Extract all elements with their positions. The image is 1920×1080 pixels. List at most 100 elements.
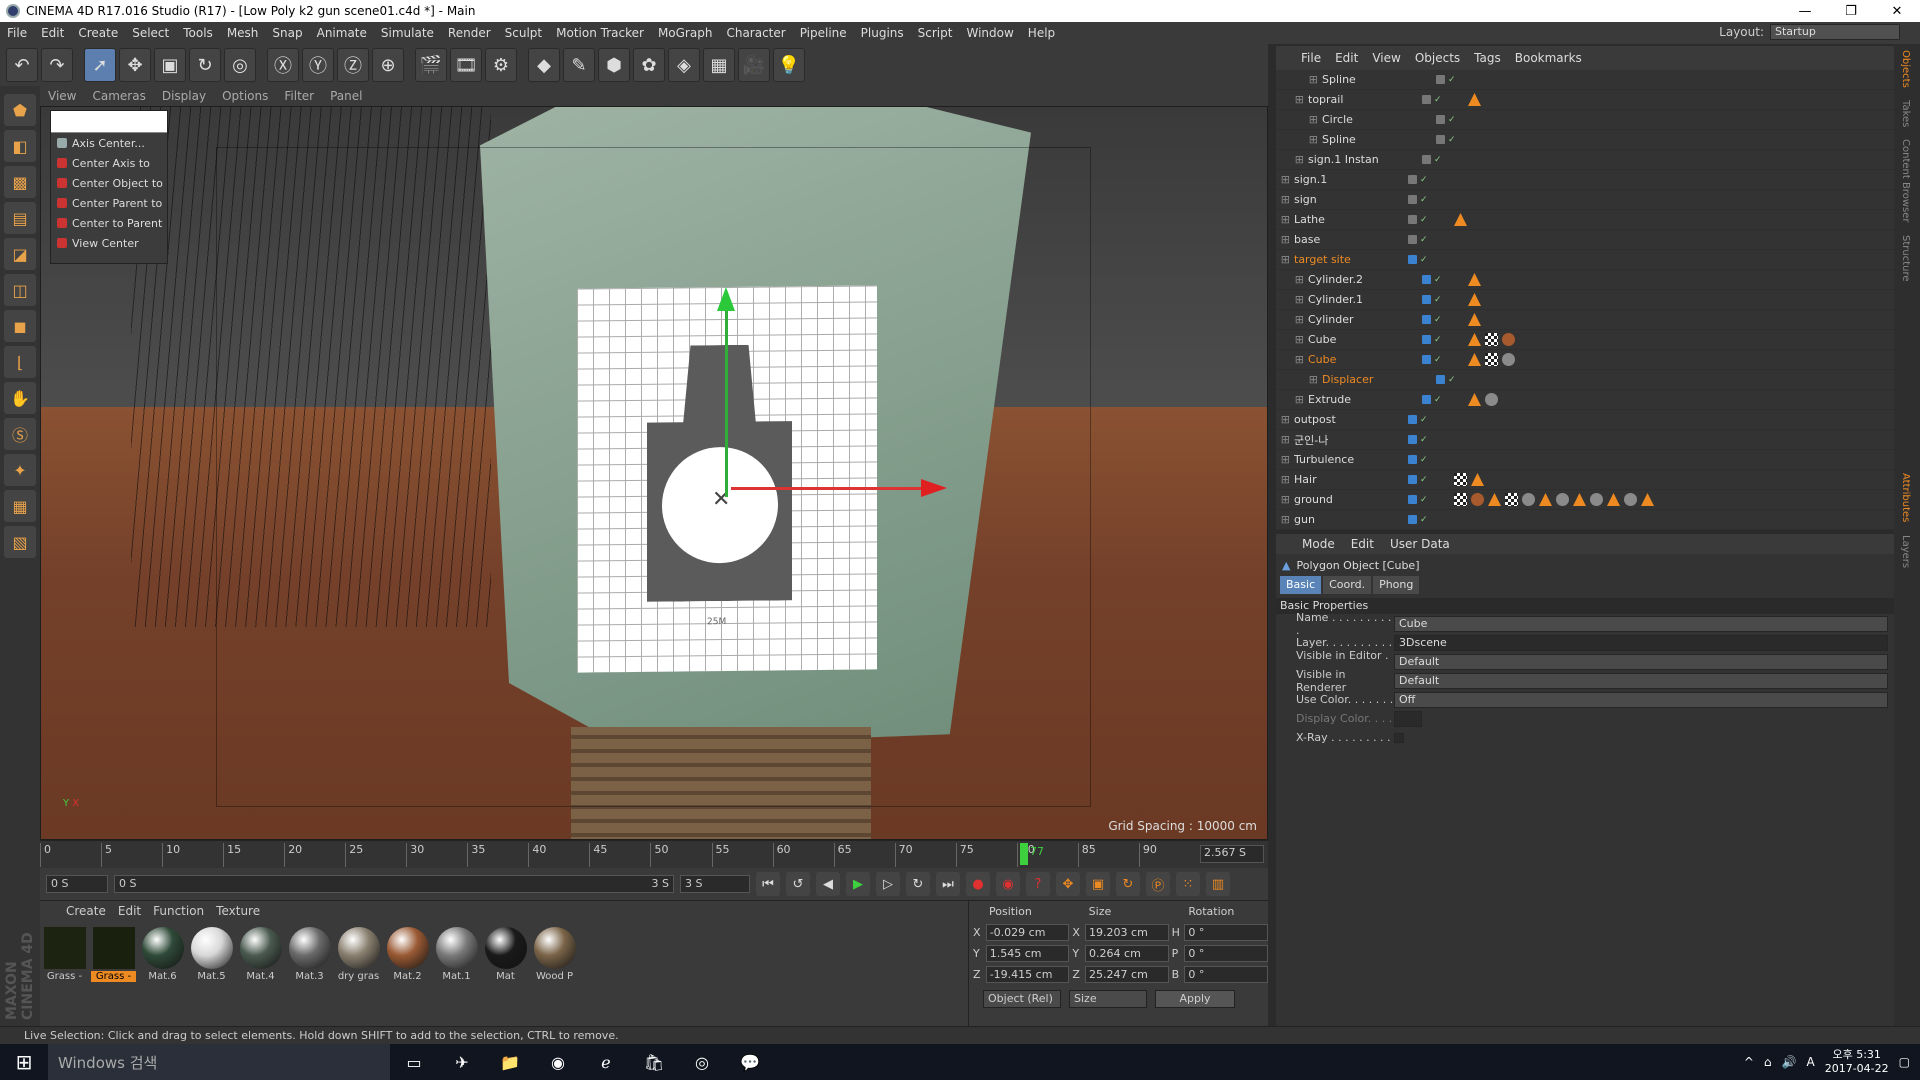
layer-color-icon[interactable]	[1436, 134, 1445, 144]
tag-icon[interactable]	[1590, 493, 1603, 506]
objects-menu-bookmarks[interactable]: Bookmarks	[1508, 51, 1589, 65]
rotation-p-field[interactable]: 0 °	[1184, 944, 1268, 962]
visibility-check-icon[interactable]: ✓	[1420, 415, 1428, 425]
material-swatch[interactable]: Mat.5	[189, 927, 234, 982]
autokeying-icon[interactable]: ◉	[996, 872, 1020, 896]
object-flags[interactable]: ✓	[1408, 474, 1448, 485]
use-color-dropdown[interactable]: Off	[1394, 691, 1888, 708]
layer-color-icon[interactable]	[1436, 74, 1445, 84]
tab-phong[interactable]: Phong	[1373, 576, 1420, 594]
visible-in-editor-dropdown[interactable]: Default	[1394, 653, 1888, 670]
side-tab-takes[interactable]: Takes	[1894, 94, 1917, 133]
object-flags[interactable]: ✓	[1408, 254, 1448, 265]
next-frame-icon[interactable]: ▷	[876, 872, 900, 896]
objects-menu-tags[interactable]: Tags	[1467, 51, 1508, 65]
viewport-menu-view[interactable]: View	[40, 89, 84, 103]
tag-icon[interactable]	[1607, 493, 1620, 506]
side-tab-objects[interactable]: Objects	[1894, 44, 1917, 94]
expand-toggle-icon[interactable]: ⊞	[1276, 233, 1294, 246]
menu-render[interactable]: Render	[441, 26, 498, 40]
menu-mograph[interactable]: MoGraph	[651, 26, 720, 40]
object-flags[interactable]: ✓	[1408, 454, 1448, 465]
object-flags[interactable]: ✓	[1422, 274, 1462, 285]
rotation-h-field[interactable]: 0 °	[1184, 923, 1268, 941]
layer-color-icon[interactable]	[1408, 234, 1417, 244]
start-time-field[interactable]: 0 S	[46, 875, 108, 893]
object-row[interactable]: ⊞ base ✓	[1276, 230, 1894, 250]
expand-toggle-icon[interactable]: ⊞	[1276, 393, 1308, 406]
previous-key-icon[interactable]: ↺	[786, 872, 810, 896]
preview-range-slider[interactable]: 0 S 3 S	[114, 875, 674, 893]
visible-in-renderer-dropdown[interactable]: Default	[1394, 672, 1888, 689]
object-flags[interactable]: ✓	[1436, 74, 1476, 85]
expand-toggle-icon[interactable]: ⊞	[1276, 473, 1294, 486]
workplane-icon[interactable]: ▤	[4, 202, 36, 234]
object-flags[interactable]: ✓	[1422, 334, 1462, 345]
layer-color-icon[interactable]	[1408, 254, 1417, 264]
tag-icon[interactable]	[1556, 493, 1569, 506]
tag-icon[interactable]	[1468, 273, 1481, 286]
visibility-check-icon[interactable]: ✓	[1448, 75, 1456, 85]
visibility-check-icon[interactable]: ✓	[1420, 515, 1428, 525]
material-menu-edit[interactable]: Edit	[112, 904, 147, 918]
light-icon[interactable]: 💡	[773, 48, 805, 82]
object-row[interactable]: ⊞ Cylinder.2 ✓	[1276, 270, 1894, 290]
material-swatch[interactable]: Grass -	[42, 927, 87, 982]
tag-icon[interactable]	[1641, 493, 1654, 506]
snap-icon[interactable]: Ⓢ	[4, 418, 36, 450]
coordinate-mode-dropdown[interactable]: Object (Rel)	[983, 990, 1061, 1008]
tag-icon[interactable]	[1502, 333, 1515, 346]
tag-icon[interactable]	[1488, 493, 1501, 506]
tab-basic[interactable]: Basic	[1280, 576, 1322, 594]
visibility-check-icon[interactable]: ✓	[1448, 375, 1456, 385]
workplane-lock-icon[interactable]: ▦	[4, 490, 36, 522]
visibility-check-icon[interactable]: ✓	[1420, 435, 1428, 445]
visibility-check-icon[interactable]: ✓	[1448, 115, 1456, 125]
tag-icon[interactable]	[1485, 393, 1498, 406]
menu-motion-tracker[interactable]: Motion Tracker	[549, 26, 651, 40]
object-row[interactable]: ⊞ Cylinder.1 ✓	[1276, 290, 1894, 310]
expand-toggle-icon[interactable]: ⊞	[1276, 213, 1294, 226]
object-flags[interactable]: ✓	[1408, 414, 1448, 425]
menu-sculpt[interactable]: Sculpt	[498, 26, 549, 40]
expand-toggle-icon[interactable]: ⊞	[1276, 453, 1294, 466]
objects-menu-file[interactable]: File	[1294, 51, 1328, 65]
expand-toggle-icon[interactable]: ⊞	[1276, 413, 1294, 426]
rotate-icon[interactable]: ↻	[189, 48, 221, 82]
tag-icon[interactable]	[1573, 493, 1586, 506]
xray-checkbox[interactable]	[1394, 732, 1404, 743]
visibility-check-icon[interactable]: ✓	[1420, 495, 1428, 505]
side-tab-attributes[interactable]: Attributes	[1894, 467, 1917, 528]
layer-color-icon[interactable]	[1408, 494, 1417, 504]
layer-color-icon[interactable]	[1422, 354, 1431, 364]
attribute-menu-user-data[interactable]: User Data	[1382, 537, 1458, 551]
layer-color-icon[interactable]	[1422, 274, 1431, 284]
side-tab-layers[interactable]: Layers	[1894, 529, 1917, 574]
live-selection-icon[interactable]: ➚	[84, 48, 116, 82]
object-row[interactable]: ⊞ sign.1 Instan ✓	[1276, 150, 1894, 170]
points-mode-icon[interactable]: ◪	[4, 238, 36, 270]
menu-file[interactable]: File	[0, 26, 34, 40]
visibility-check-icon[interactable]: ✓	[1420, 475, 1428, 485]
tag-icon[interactable]	[1522, 493, 1535, 506]
layer-color-icon[interactable]	[1422, 154, 1431, 164]
array-icon[interactable]: ✿	[633, 48, 665, 82]
expand-toggle-icon[interactable]: ⊞	[1276, 193, 1294, 206]
material-swatch[interactable]: Mat.2	[385, 927, 430, 982]
object-row[interactable]: ⊞ gun ✓	[1276, 510, 1894, 530]
layer-color-icon[interactable]	[1436, 114, 1445, 124]
side-tab-structure[interactable]: Structure	[1894, 229, 1917, 288]
object-row[interactable]: ⊞ Spline ✓	[1276, 70, 1894, 90]
material-swatch[interactable]: Grass -	[91, 927, 136, 982]
object-flags[interactable]: ✓	[1408, 494, 1448, 505]
kakaotalk-icon[interactable]: 💬	[726, 1044, 774, 1080]
size-z-field[interactable]: 25.247 cm	[1085, 965, 1169, 983]
record-keys-icon[interactable]: ●	[966, 872, 990, 896]
object-row[interactable]: ⊞ Circle ✓	[1276, 110, 1894, 130]
object-row[interactable]: ⊞ 군인-나 ✓	[1276, 430, 1894, 450]
y-axis-lock-icon[interactable]: Ⓨ	[302, 48, 334, 82]
visibility-check-icon[interactable]: ✓	[1434, 155, 1442, 165]
expand-toggle-icon[interactable]: ⊞	[1276, 93, 1308, 106]
input-language-icon[interactable]: A	[1807, 1055, 1815, 1069]
viewport-menu-display[interactable]: Display	[154, 89, 214, 103]
